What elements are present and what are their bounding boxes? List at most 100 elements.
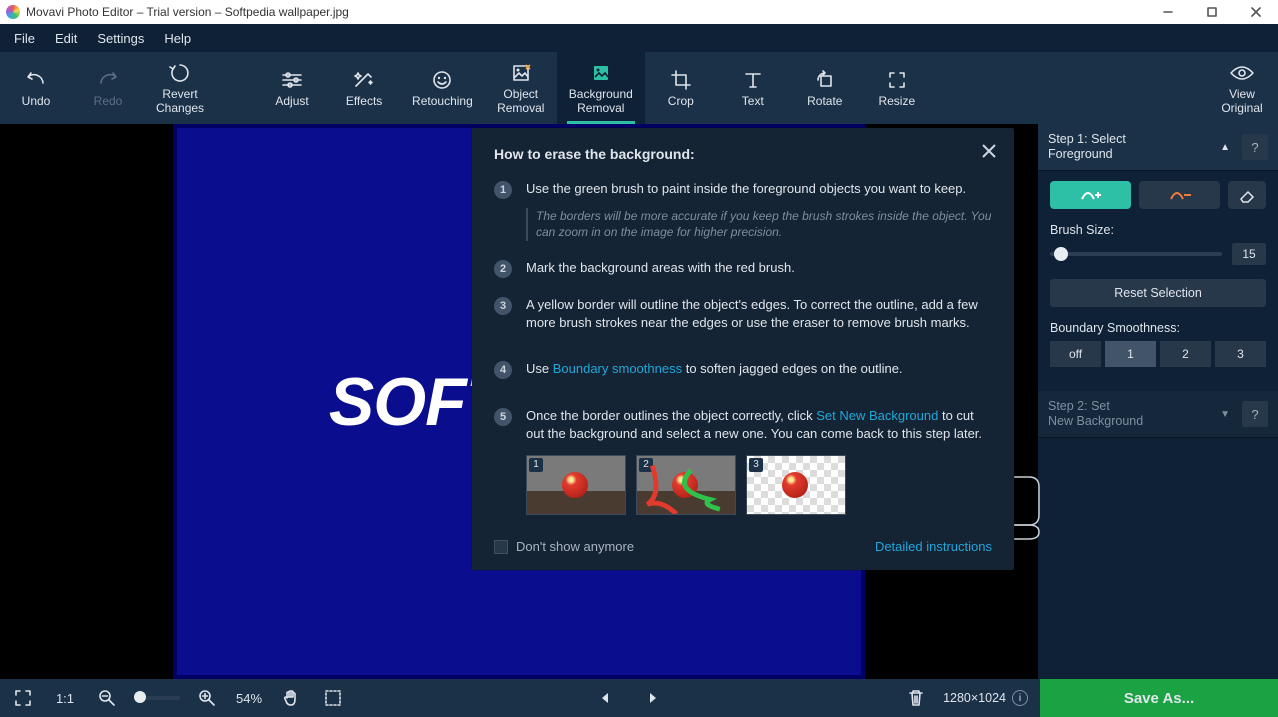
- step-2-header[interactable]: Step 2: Set New Background ▼ ?: [1038, 391, 1278, 438]
- retouching-button[interactable]: Retouching: [400, 52, 485, 124]
- detailed-instructions-link[interactable]: Detailed instructions: [875, 539, 992, 554]
- resize-icon: [884, 67, 910, 93]
- rotate-icon: [812, 67, 838, 93]
- retouching-icon: [429, 67, 455, 93]
- step-badge-2: 2: [494, 260, 512, 278]
- close-window-button[interactable]: [1234, 0, 1278, 24]
- zoom-slider[interactable]: [134, 696, 180, 700]
- crop-icon: [668, 67, 694, 93]
- background-removal-label: Background Removal: [569, 88, 633, 116]
- popup-step-3: A yellow border will outline the object'…: [526, 296, 992, 332]
- rotate-label: Rotate: [807, 95, 842, 109]
- toolbar: Undo Redo Revert Changes Adjust Effects …: [0, 52, 1278, 124]
- resize-label: Resize: [878, 95, 915, 109]
- adjust-label: Adjust: [275, 95, 308, 109]
- redo-icon: [95, 67, 121, 93]
- step-2-title: Step 2: Set New Background: [1048, 399, 1212, 429]
- brush-add-button[interactable]: [1050, 181, 1131, 209]
- object-removal-label: Object Removal: [497, 88, 544, 116]
- menu-edit[interactable]: Edit: [45, 27, 87, 50]
- maximize-button[interactable]: [1190, 0, 1234, 24]
- undo-button[interactable]: Undo: [0, 52, 72, 124]
- rotate-button[interactable]: Rotate: [789, 52, 861, 124]
- actual-size-button[interactable]: 1:1: [50, 679, 80, 717]
- boundary-1[interactable]: 1: [1105, 341, 1156, 367]
- help-popup: How to erase the background: 1 Use the g…: [472, 128, 1014, 570]
- undo-icon: [23, 67, 49, 93]
- popup-step-1: Use the green brush to paint inside the …: [526, 180, 992, 241]
- revert-icon: [167, 60, 193, 86]
- info-icon[interactable]: i: [1012, 690, 1028, 706]
- brush-size-label: Brush Size:: [1050, 223, 1266, 237]
- boundary-off[interactable]: off: [1050, 341, 1101, 367]
- popup-close-button[interactable]: [978, 140, 1000, 162]
- object-removal-button[interactable]: Object Removal: [485, 52, 557, 124]
- minimize-button[interactable]: [1146, 0, 1190, 24]
- step-1-header[interactable]: Step 1: Select Foreground ▲ ?: [1038, 124, 1278, 171]
- save-as-button[interactable]: Save As...: [1040, 679, 1278, 717]
- view-original-button[interactable]: View Original: [1206, 52, 1278, 124]
- next-image-button[interactable]: [638, 679, 668, 717]
- eraser-button[interactable]: [1228, 181, 1266, 209]
- step-badge-4: 4: [494, 361, 512, 379]
- menu-help[interactable]: Help: [154, 27, 201, 50]
- hand-tool-button[interactable]: [276, 679, 306, 717]
- menu-file[interactable]: File: [4, 27, 45, 50]
- help-step-1-button[interactable]: ?: [1242, 134, 1268, 160]
- brush-size-value[interactable]: 15: [1232, 243, 1266, 265]
- redo-button[interactable]: Redo: [72, 52, 144, 124]
- boundary-3[interactable]: 3: [1215, 341, 1266, 367]
- effects-button[interactable]: Effects: [328, 52, 400, 124]
- step-badge-5: 5: [494, 408, 512, 426]
- popup-step-4: Use Boundary smoothness to soften jagged…: [526, 360, 903, 379]
- boundary-2[interactable]: 2: [1160, 341, 1211, 367]
- boundary-smoothness-link[interactable]: Boundary smoothness: [553, 361, 682, 376]
- brush-size-slider[interactable]: [1050, 252, 1222, 256]
- tutorial-thumb-1: 1: [526, 455, 626, 515]
- crop-label: Crop: [668, 95, 694, 109]
- background-removal-icon: [588, 60, 614, 86]
- dont-show-checkbox[interactable]: Don't show anymore: [494, 539, 634, 554]
- zoom-in-button[interactable]: [192, 679, 222, 717]
- image-dimensions: 1280×1024 i: [943, 690, 1028, 706]
- crop-button[interactable]: Crop: [645, 52, 717, 124]
- menubar: File Edit Settings Help: [0, 24, 1278, 52]
- brush-subtract-button[interactable]: [1139, 181, 1220, 209]
- zoom-percent: 54%: [234, 679, 264, 717]
- expand-down-icon: ▼: [1220, 409, 1230, 420]
- effects-icon: [351, 67, 377, 93]
- step-1-title: Step 1: Select Foreground: [1048, 132, 1212, 162]
- window-title: Movavi Photo Editor – Trial version – So…: [26, 5, 1146, 19]
- view-original-label: View Original: [1221, 88, 1262, 116]
- zoom-out-button[interactable]: [92, 679, 122, 717]
- text-icon: [740, 67, 766, 93]
- tutorial-thumb-2: 2: [636, 455, 736, 515]
- reset-selection-button[interactable]: Reset Selection: [1050, 279, 1266, 307]
- fit-screen-button[interactable]: [8, 679, 38, 717]
- menu-settings[interactable]: Settings: [87, 27, 154, 50]
- text-button[interactable]: Text: [717, 52, 789, 124]
- undo-label: Undo: [22, 95, 51, 109]
- marquee-button[interactable]: [318, 679, 348, 717]
- eye-icon: [1228, 60, 1256, 86]
- app-logo-icon: [6, 5, 20, 19]
- set-new-background-link[interactable]: Set New Background: [816, 408, 938, 423]
- background-removal-button[interactable]: Background Removal: [557, 52, 645, 124]
- statusbar: 1:1 54% 1280×1024 i Save As...: [0, 679, 1278, 717]
- popup-step-1-hint: The borders will be more accurate if you…: [526, 208, 992, 240]
- object-removal-icon: [508, 60, 534, 86]
- popup-title: How to erase the background:: [494, 146, 992, 162]
- adjust-button[interactable]: Adjust: [256, 52, 328, 124]
- adjust-icon: [279, 67, 305, 93]
- resize-button[interactable]: Resize: [861, 52, 933, 124]
- collapse-up-icon: ▲: [1220, 142, 1230, 153]
- redo-label: Redo: [94, 95, 123, 109]
- delete-button[interactable]: [901, 679, 931, 717]
- previous-image-button[interactable]: [590, 679, 620, 717]
- effects-label: Effects: [346, 95, 382, 109]
- right-panel: Step 1: Select Foreground ▲ ? Brush Size…: [1038, 124, 1278, 679]
- revert-changes-button[interactable]: Revert Changes: [144, 52, 216, 124]
- boundary-smoothness-label: Boundary Smoothness:: [1050, 321, 1266, 335]
- popup-step-5: Once the border outlines the object corr…: [526, 407, 992, 515]
- help-step-2-button[interactable]: ?: [1242, 401, 1268, 427]
